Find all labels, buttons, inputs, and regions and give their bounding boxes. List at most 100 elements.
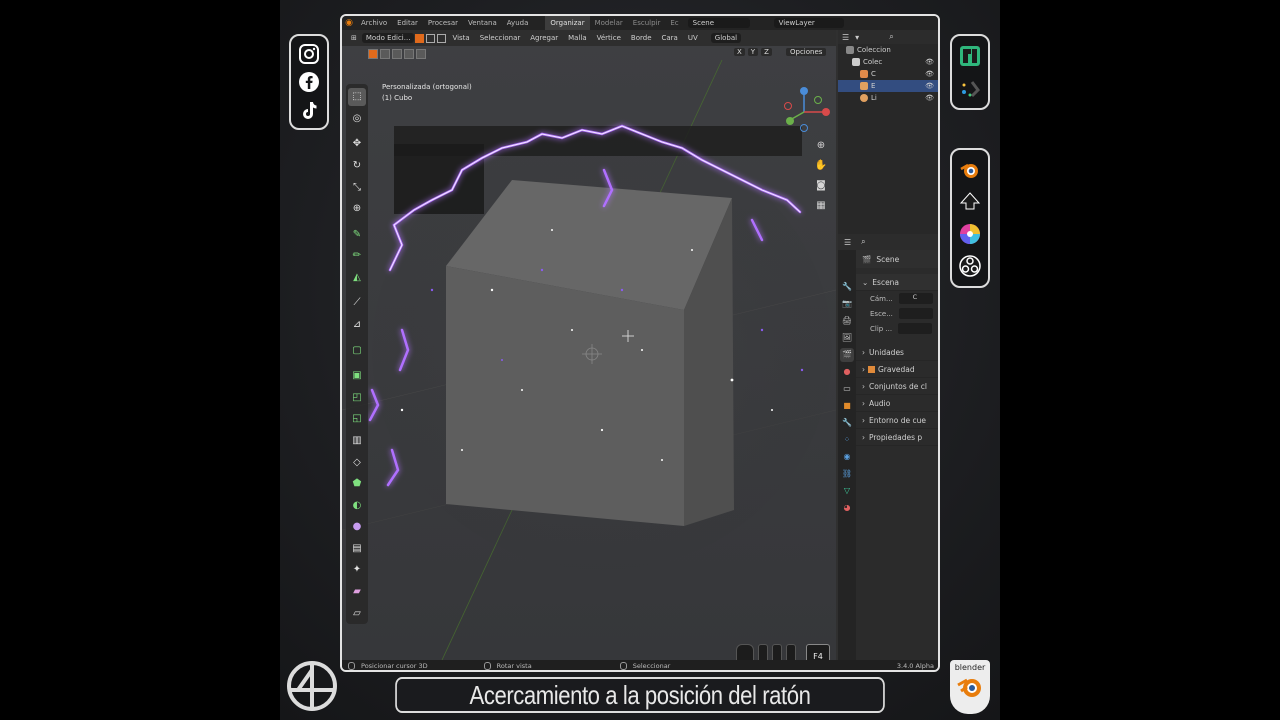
rotate-icon[interactable]: ↻ [348, 157, 366, 175]
editor-type-icon[interactable]: ⊞ [346, 34, 362, 42]
ruler-icon[interactable]: ⊿ [348, 316, 366, 334]
scene-tab-icon[interactable]: 🎬 [840, 347, 854, 362]
render-tab-icon[interactable]: 📷 [840, 297, 854, 311]
manjaro-icon[interactable] [959, 45, 981, 67]
axis-x-button[interactable]: X [734, 48, 745, 56]
tab-modelar[interactable]: Modelar [590, 16, 628, 30]
properties-editor-icon[interactable]: ☰ [844, 238, 851, 247]
face-select-icon[interactable] [437, 33, 447, 43]
menu-agregar[interactable]: Agregar [525, 34, 563, 42]
inkscape-icon[interactable] [959, 191, 981, 213]
kde-icon[interactable] [959, 77, 981, 99]
modifier-tab-icon[interactable]: 🔧 [840, 416, 854, 430]
visibility-icon[interactable]: 👁 [925, 94, 934, 102]
bevel-icon[interactable]: ◱ [348, 410, 366, 428]
knife-icon[interactable]: ◇ [348, 453, 366, 471]
select-box-icon[interactable]: ⬚ [348, 88, 366, 106]
select-mode-box-1[interactable] [368, 49, 378, 59]
zoom-icon[interactable]: ⊕ [814, 138, 828, 152]
instagram-icon[interactable] [298, 43, 320, 65]
visibility-icon[interactable]: 👁 [925, 82, 934, 90]
menu-ayuda[interactable]: Ayuda [502, 19, 534, 27]
select-mode-box-3[interactable] [392, 49, 402, 59]
vertex-select-icon[interactable] [415, 33, 425, 43]
section-gravedad[interactable]: › Gravedad [856, 361, 938, 378]
view-layer-tab-icon[interactable]: 🖼 [840, 331, 854, 345]
shrink-icon[interactable]: ✦ [348, 561, 366, 579]
data-tab-icon[interactable]: ▽ [840, 484, 854, 498]
tiktok-icon[interactable] [298, 99, 320, 121]
add-cube-icon[interactable]: ▢ [348, 341, 366, 359]
world-tab-icon[interactable]: ● [840, 365, 854, 379]
axis-z-button[interactable]: Z [761, 48, 772, 56]
transform-orientation[interactable]: Global [710, 33, 742, 43]
edge-slide-icon[interactable]: ▤ [348, 540, 366, 558]
outliner-row-collection[interactable]: Colec 👁 [838, 56, 938, 68]
measure-icon[interactable]: ⟋ [348, 294, 366, 312]
outliner-search-icon[interactable]: ⌕ [889, 32, 893, 42]
outliner-scene-collection[interactable]: Coleccion [838, 44, 938, 56]
menu-ventana[interactable]: Ventana [463, 19, 502, 27]
edge-select-icon[interactable] [426, 33, 436, 43]
physics-tab-icon[interactable]: ◉ [840, 450, 854, 464]
inset-icon[interactable]: ◰ [348, 389, 366, 407]
menu-malla[interactable]: Malla [563, 34, 592, 42]
loop-cut-icon[interactable]: ▥ [348, 432, 366, 450]
tool-tab-icon[interactable]: 🔧 [840, 280, 854, 294]
camera-value[interactable]: C [898, 293, 933, 304]
section-propiedades[interactable]: › Propiedades p [856, 429, 938, 446]
pan-hand-icon[interactable]: ✋ [814, 158, 828, 172]
camera-icon[interactable]: ◙ [814, 178, 828, 192]
scale-icon[interactable]: ⤡ [348, 178, 366, 196]
mode-selector[interactable]: Modo Edici... [361, 33, 415, 43]
navigation-gizmo[interactable] [782, 84, 832, 134]
output-tab-icon[interactable]: 🖨 [840, 314, 854, 328]
outliner-row-camera[interactable]: C 👁 [838, 68, 938, 80]
annotate-icon[interactable]: ✎ [348, 225, 366, 243]
menu-archivo[interactable]: Archivo [356, 19, 392, 27]
annotate-line-icon[interactable]: ✏ [348, 247, 366, 265]
select-mode-box-2[interactable] [380, 49, 390, 59]
select-mode-box-4[interactable] [404, 49, 414, 59]
3d-viewport[interactable]: ⊞ Modo Edici... Vista Seleccionar Agrega… [342, 30, 836, 660]
visibility-icon[interactable]: 👁 [925, 58, 934, 66]
tab-organizar[interactable]: Organizar [545, 16, 590, 30]
menu-seleccionar[interactable]: Seleccionar [475, 34, 526, 42]
menu-editar[interactable]: Editar [392, 19, 423, 27]
extrude-icon[interactable]: ▣ [348, 367, 366, 385]
section-entorno[interactable]: › Entorno de cue [856, 412, 938, 429]
cursor-icon[interactable]: ◎ [348, 110, 366, 128]
section-unidades[interactable]: › Unidades [856, 344, 938, 361]
facebook-icon[interactable] [298, 71, 320, 93]
outliner-filter-icon[interactable]: ▾ [855, 33, 859, 42]
options-button[interactable]: Opciones [786, 48, 827, 56]
shear-icon[interactable]: ▰ [348, 583, 366, 601]
transform-icon[interactable]: ⊕ [348, 200, 366, 218]
spin-icon[interactable]: ◐ [348, 496, 366, 514]
section-conjuntos[interactable]: › Conjuntos de cl [856, 378, 938, 395]
grid-view-icon[interactable]: ▦ [814, 198, 828, 212]
tab-more[interactable]: Ec [665, 16, 683, 30]
blender-menu-icon[interactable]: ◉ [342, 16, 356, 30]
clip-value[interactable] [898, 323, 933, 334]
menu-borde[interactable]: Borde [626, 34, 657, 42]
smooth-icon[interactable]: ● [348, 518, 366, 536]
blender-icon[interactable] [959, 159, 981, 181]
scene-value[interactable] [898, 308, 933, 319]
menu-uv[interactable]: UV [683, 34, 703, 42]
material-tab-icon[interactable]: ◕ [840, 501, 854, 515]
menu-vista[interactable]: Vista [447, 34, 474, 42]
outliner-editor-icon[interactable]: ☰ [842, 33, 849, 42]
field-camara[interactable]: Cám... C [856, 291, 938, 306]
move-icon[interactable]: ✥ [348, 135, 366, 153]
select-mode-box-5[interactable] [416, 49, 426, 59]
outliner-row-cube[interactable]: E 👁 [838, 80, 938, 92]
color-wheel-icon[interactable] [959, 223, 981, 245]
field-escena[interactable]: Esce... [856, 306, 938, 321]
field-clip[interactable]: Clip ... [856, 321, 938, 336]
axis-y-button[interactable]: Y [747, 48, 759, 56]
menu-cara[interactable]: Cara [657, 34, 683, 42]
viewlayer-selector[interactable]: ViewLayer [773, 18, 844, 28]
rip-icon[interactable]: ▱ [348, 604, 366, 622]
section-audio[interactable]: › Audio [856, 395, 938, 412]
